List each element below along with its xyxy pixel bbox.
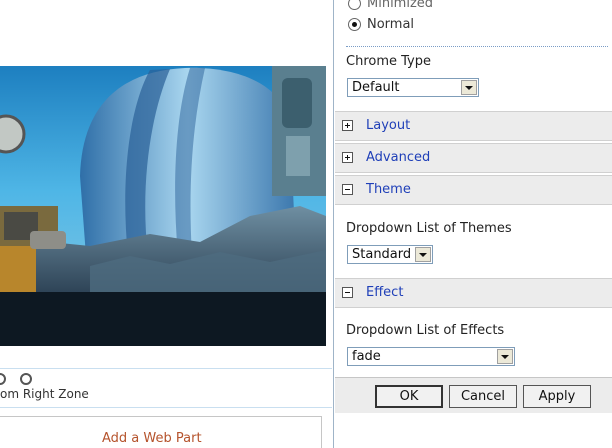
radio-normal-label: Normal [367, 16, 415, 32]
expand-icon[interactable] [342, 120, 353, 131]
section-divider [346, 46, 608, 47]
cancel-button[interactable]: Cancel [449, 385, 517, 408]
themes-value: Standard [352, 247, 412, 262]
chrome-type-label: Chrome Type [346, 54, 431, 69]
section-theme-header[interactable]: Theme [335, 175, 612, 205]
section-effect-header[interactable]: Effect [335, 278, 612, 308]
collapse-icon[interactable] [342, 287, 353, 298]
zone-radio-left[interactable] [0, 373, 6, 385]
chevron-down-icon[interactable] [415, 247, 431, 262]
apply-button[interactable]: Apply [523, 385, 591, 408]
chrome-type-select[interactable]: Default [347, 78, 479, 97]
effects-select[interactable]: fade [347, 347, 515, 366]
effects-value: fade [352, 349, 381, 364]
tool-pane-bottom [335, 413, 612, 448]
section-theme-title[interactable]: Theme [366, 182, 411, 197]
section-advanced-header[interactable]: Advanced [335, 143, 612, 173]
themes-select[interactable]: Standard [347, 245, 433, 264]
radio-minimized-icon[interactable] [348, 0, 361, 10]
radio-normal-icon[interactable] [348, 17, 361, 31]
chevron-down-icon[interactable] [497, 349, 513, 364]
themes-label: Dropdown List of Themes [346, 221, 512, 236]
section-effect-title[interactable]: Effect [366, 285, 403, 300]
web-part-image [0, 66, 326, 346]
collapse-icon[interactable] [342, 184, 353, 195]
effects-label: Dropdown List of Effects [346, 323, 505, 338]
radio-normal[interactable]: Normal [348, 15, 414, 33]
add-web-part-link[interactable]: Add a Web Part [102, 431, 202, 446]
zone-label: om Right Zone [0, 387, 89, 401]
section-advanced-title[interactable]: Advanced [366, 150, 430, 165]
tool-pane-footer: OK Cancel Apply [335, 377, 612, 413]
radio-minimized-label: Minimized [367, 0, 434, 11]
chrome-type-value: Default [352, 80, 400, 95]
radio-minimized[interactable]: Minimized [348, 0, 433, 12]
ok-button[interactable]: OK [375, 385, 443, 408]
zone-radio-bottom-right[interactable] [20, 373, 32, 385]
expand-icon[interactable] [342, 152, 353, 163]
section-layout-header[interactable]: Layout [335, 111, 612, 141]
tool-pane: Minimized Normal Chrome Type Default Lay… [333, 0, 612, 448]
web-part-zone-area: om Right Zone Add a Web Part [0, 0, 334, 448]
section-layout-title[interactable]: Layout [366, 118, 410, 133]
chevron-down-icon[interactable] [461, 80, 477, 95]
